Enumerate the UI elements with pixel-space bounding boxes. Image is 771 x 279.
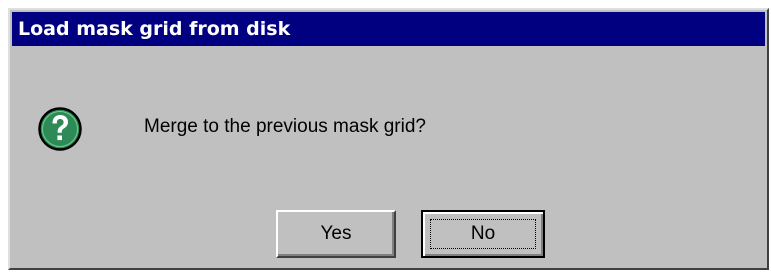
- no-button-label: No: [430, 219, 536, 249]
- no-button[interactable]: No: [421, 210, 545, 258]
- dialog-message: Merge to the previous mask grid?: [144, 116, 426, 137]
- yes-button[interactable]: Yes: [276, 210, 396, 258]
- question-icon: [38, 107, 82, 151]
- dialog-title[interactable]: Load mask grid from disk: [12, 12, 765, 46]
- message-dialog: Load mask grid from disk Merge to the pr…: [8, 8, 769, 270]
